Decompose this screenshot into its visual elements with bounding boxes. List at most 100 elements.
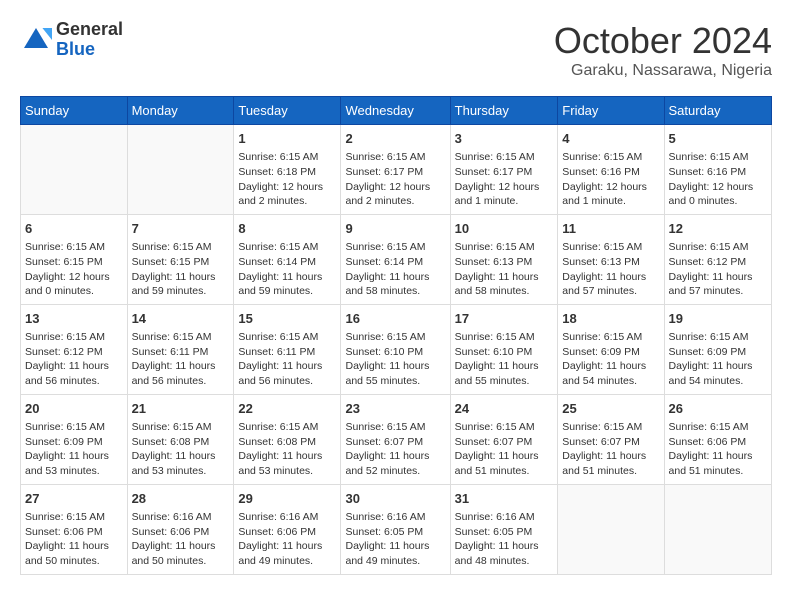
- sunrise-text: Sunrise: 6:15 AM: [562, 330, 659, 345]
- column-header-thursday: Thursday: [450, 97, 558, 125]
- sunset-text: Sunset: 6:07 PM: [562, 435, 659, 450]
- daylight-text: Daylight: 12 hours and 1 minute.: [455, 180, 554, 209]
- column-header-wednesday: Wednesday: [341, 97, 450, 125]
- calendar-week-row: 13Sunrise: 6:15 AMSunset: 6:12 PMDayligh…: [21, 304, 772, 394]
- sunrise-text: Sunrise: 6:15 AM: [345, 150, 445, 165]
- sunset-text: Sunset: 6:06 PM: [669, 435, 767, 450]
- day-number: 5: [669, 130, 767, 148]
- day-number: 26: [669, 400, 767, 418]
- sunset-text: Sunset: 6:12 PM: [669, 255, 767, 270]
- sunrise-text: Sunrise: 6:15 AM: [25, 240, 123, 255]
- day-number: 17: [455, 310, 554, 328]
- sunrise-text: Sunrise: 6:15 AM: [238, 330, 336, 345]
- sunrise-text: Sunrise: 6:15 AM: [455, 330, 554, 345]
- sunset-text: Sunset: 6:13 PM: [455, 255, 554, 270]
- daylight-text: Daylight: 11 hours and 50 minutes.: [132, 539, 230, 568]
- calendar-cell: 26Sunrise: 6:15 AMSunset: 6:06 PMDayligh…: [664, 394, 771, 484]
- sunset-text: Sunset: 6:07 PM: [345, 435, 445, 450]
- calendar-cell: 25Sunrise: 6:15 AMSunset: 6:07 PMDayligh…: [558, 394, 664, 484]
- sunset-text: Sunset: 6:12 PM: [25, 345, 123, 360]
- day-number: 11: [562, 220, 659, 238]
- daylight-text: Daylight: 12 hours and 2 minutes.: [238, 180, 336, 209]
- calendar-cell: 29Sunrise: 6:16 AMSunset: 6:06 PMDayligh…: [234, 484, 341, 574]
- column-header-friday: Friday: [558, 97, 664, 125]
- sunrise-text: Sunrise: 6:15 AM: [669, 240, 767, 255]
- day-number: 28: [132, 490, 230, 508]
- day-number: 21: [132, 400, 230, 418]
- daylight-text: Daylight: 11 hours and 58 minutes.: [345, 270, 445, 299]
- daylight-text: Daylight: 12 hours and 0 minutes.: [669, 180, 767, 209]
- day-number: 31: [455, 490, 554, 508]
- daylight-text: Daylight: 12 hours and 0 minutes.: [25, 270, 123, 299]
- day-number: 3: [455, 130, 554, 148]
- sunrise-text: Sunrise: 6:15 AM: [455, 240, 554, 255]
- sunrise-text: Sunrise: 6:15 AM: [562, 240, 659, 255]
- day-number: 25: [562, 400, 659, 418]
- day-number: 14: [132, 310, 230, 328]
- calendar-cell: 24Sunrise: 6:15 AMSunset: 6:07 PMDayligh…: [450, 394, 558, 484]
- calendar-cell: 9Sunrise: 6:15 AMSunset: 6:14 PMDaylight…: [341, 214, 450, 304]
- sunrise-text: Sunrise: 6:15 AM: [345, 420, 445, 435]
- calendar-cell: 15Sunrise: 6:15 AMSunset: 6:11 PMDayligh…: [234, 304, 341, 394]
- day-number: 30: [345, 490, 445, 508]
- daylight-text: Daylight: 11 hours and 54 minutes.: [562, 359, 659, 388]
- sunset-text: Sunset: 6:10 PM: [455, 345, 554, 360]
- calendar-cell: 30Sunrise: 6:16 AMSunset: 6:05 PMDayligh…: [341, 484, 450, 574]
- sunrise-text: Sunrise: 6:16 AM: [345, 510, 445, 525]
- logo-blue-text: Blue: [56, 40, 123, 60]
- sunrise-text: Sunrise: 6:15 AM: [455, 420, 554, 435]
- calendar-cell: 5Sunrise: 6:15 AMSunset: 6:16 PMDaylight…: [664, 125, 771, 215]
- calendar-cell: 19Sunrise: 6:15 AMSunset: 6:09 PMDayligh…: [664, 304, 771, 394]
- sunset-text: Sunset: 6:09 PM: [25, 435, 123, 450]
- day-number: 16: [345, 310, 445, 328]
- logo-text: General Blue: [56, 20, 123, 60]
- calendar-cell: 31Sunrise: 6:16 AMSunset: 6:05 PMDayligh…: [450, 484, 558, 574]
- daylight-text: Daylight: 11 hours and 51 minutes.: [455, 449, 554, 478]
- day-number: 9: [345, 220, 445, 238]
- sunrise-text: Sunrise: 6:15 AM: [345, 240, 445, 255]
- day-number: 6: [25, 220, 123, 238]
- calendar-cell: 10 Sunrise: 6:15 AMSunset: 6:13 PMDayligh…: [450, 214, 558, 304]
- calendar-cell: 20Sunrise: 6:15 AMSunset: 6:09 PMDayligh…: [21, 394, 128, 484]
- daylight-text: Daylight: 11 hours and 56 minutes.: [132, 359, 230, 388]
- daylight-text: Daylight: 11 hours and 53 minutes.: [132, 449, 230, 478]
- column-header-sunday: Sunday: [21, 97, 128, 125]
- daylight-text: Daylight: 11 hours and 57 minutes.: [669, 270, 767, 299]
- calendar-cell: 21Sunrise: 6:15 AMSunset: 6:08 PMDayligh…: [127, 394, 234, 484]
- sunset-text: Sunset: 6:09 PM: [562, 345, 659, 360]
- day-number: 24: [455, 400, 554, 418]
- daylight-text: Daylight: 11 hours and 53 minutes.: [25, 449, 123, 478]
- calendar-cell: [664, 484, 771, 574]
- logo-general: General: [56, 20, 123, 40]
- sunset-text: Sunset: 6:06 PM: [25, 525, 123, 540]
- calendar-cell: 14Sunrise: 6:15 AMSunset: 6:11 PMDayligh…: [127, 304, 234, 394]
- daylight-text: Daylight: 11 hours and 56 minutes.: [25, 359, 123, 388]
- calendar-cell: 13Sunrise: 6:15 AMSunset: 6:12 PMDayligh…: [21, 304, 128, 394]
- sunset-text: Sunset: 6:08 PM: [238, 435, 336, 450]
- day-number: 2: [345, 130, 445, 148]
- calendar-cell: 12Sunrise: 6:15 AMSunset: 6:12 PMDayligh…: [664, 214, 771, 304]
- calendar-cell: [21, 125, 128, 215]
- column-header-monday: Monday: [127, 97, 234, 125]
- calendar-cell: 11Sunrise: 6:15 AMSunset: 6:13 PMDayligh…: [558, 214, 664, 304]
- sunset-text: Sunset: 6:05 PM: [345, 525, 445, 540]
- calendar-week-row: 20Sunrise: 6:15 AMSunset: 6:09 PMDayligh…: [21, 394, 772, 484]
- daylight-text: Daylight: 11 hours and 49 minutes.: [238, 539, 336, 568]
- calendar-cell: [558, 484, 664, 574]
- daylight-text: Daylight: 11 hours and 53 minutes.: [238, 449, 336, 478]
- sunset-text: Sunset: 6:06 PM: [132, 525, 230, 540]
- sunrise-text: Sunrise: 6:15 AM: [238, 240, 336, 255]
- sunset-text: Sunset: 6:15 PM: [132, 255, 230, 270]
- day-number: 29: [238, 490, 336, 508]
- sunrise-text: Sunrise: 6:15 AM: [25, 510, 123, 525]
- sunset-text: Sunset: 6:14 PM: [238, 255, 336, 270]
- sunset-text: Sunset: 6:13 PM: [562, 255, 659, 270]
- daylight-text: Daylight: 12 hours and 2 minutes.: [345, 180, 445, 209]
- sunset-text: Sunset: 6:11 PM: [238, 345, 336, 360]
- sunrise-text: Sunrise: 6:15 AM: [238, 420, 336, 435]
- daylight-text: Daylight: 11 hours and 58 minutes.: [455, 270, 554, 299]
- day-number: 8: [238, 220, 336, 238]
- calendar-cell: 1Sunrise: 6:15 AMSunset: 6:18 PMDaylight…: [234, 125, 341, 215]
- day-number: 10: [455, 220, 554, 238]
- sunset-text: Sunset: 6:18 PM: [238, 165, 336, 180]
